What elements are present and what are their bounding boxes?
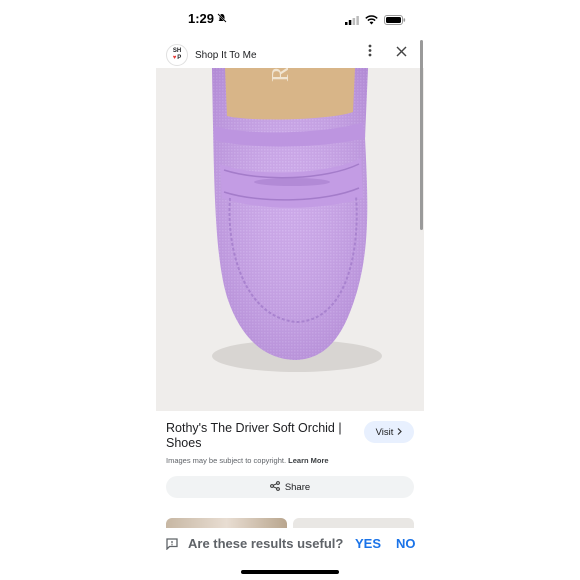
close-button[interactable] xyxy=(392,44,410,62)
bell-slash-icon xyxy=(217,11,227,26)
visit-button-label: Visit xyxy=(375,426,394,438)
product-title[interactable]: Rothy's The Driver Soft Orchid | Shoes xyxy=(166,421,356,451)
site-logo-bottom-text: P xyxy=(177,55,182,61)
heart-icon: ♥ xyxy=(172,55,177,61)
site-logo-bottom: ♥ P xyxy=(173,55,182,62)
shoe-illustration: R xyxy=(156,68,424,411)
copyright-notice: Images may be subject to copyright. Lear… xyxy=(166,456,329,465)
visit-button[interactable]: Visit xyxy=(364,421,414,443)
close-icon xyxy=(396,44,407,62)
more-vert-icon xyxy=(368,44,372,62)
home-indicator[interactable] xyxy=(241,570,339,574)
status-time-text: 1:29 xyxy=(188,11,215,26)
related-results xyxy=(156,508,424,528)
feedback-question: Are these results useful? xyxy=(188,536,344,551)
signal-icon xyxy=(345,12,359,30)
share-icon xyxy=(269,480,280,494)
wifi-icon xyxy=(365,12,378,30)
learn-more-link[interactable]: Learn More xyxy=(288,456,328,465)
site-logo: SH ♥ P xyxy=(166,44,188,66)
battery-icon xyxy=(384,12,406,30)
related-image-2[interactable] xyxy=(293,518,414,528)
share-button[interactable]: Share xyxy=(166,476,414,498)
site-name[interactable]: Shop It To Me xyxy=(195,50,257,61)
product-image[interactable]: R xyxy=(156,68,424,411)
chevron-right-icon xyxy=(397,427,403,438)
feedback-yes-button[interactable]: YES xyxy=(355,536,381,551)
related-image-1[interactable] xyxy=(166,518,287,528)
site-logo-top: SH xyxy=(172,48,182,54)
more-options-button[interactable] xyxy=(363,44,377,62)
share-button-label: Share xyxy=(284,481,311,493)
copyright-text: Images may be subject to copyright. xyxy=(166,456,287,465)
status-time: 1:29 xyxy=(188,11,227,26)
shoe-brand-mark: R xyxy=(268,68,294,82)
status-icons xyxy=(345,12,406,30)
feedback-icon xyxy=(166,537,178,551)
scrollbar[interactable] xyxy=(420,40,423,230)
feedback-no-button[interactable]: NO xyxy=(396,536,416,551)
